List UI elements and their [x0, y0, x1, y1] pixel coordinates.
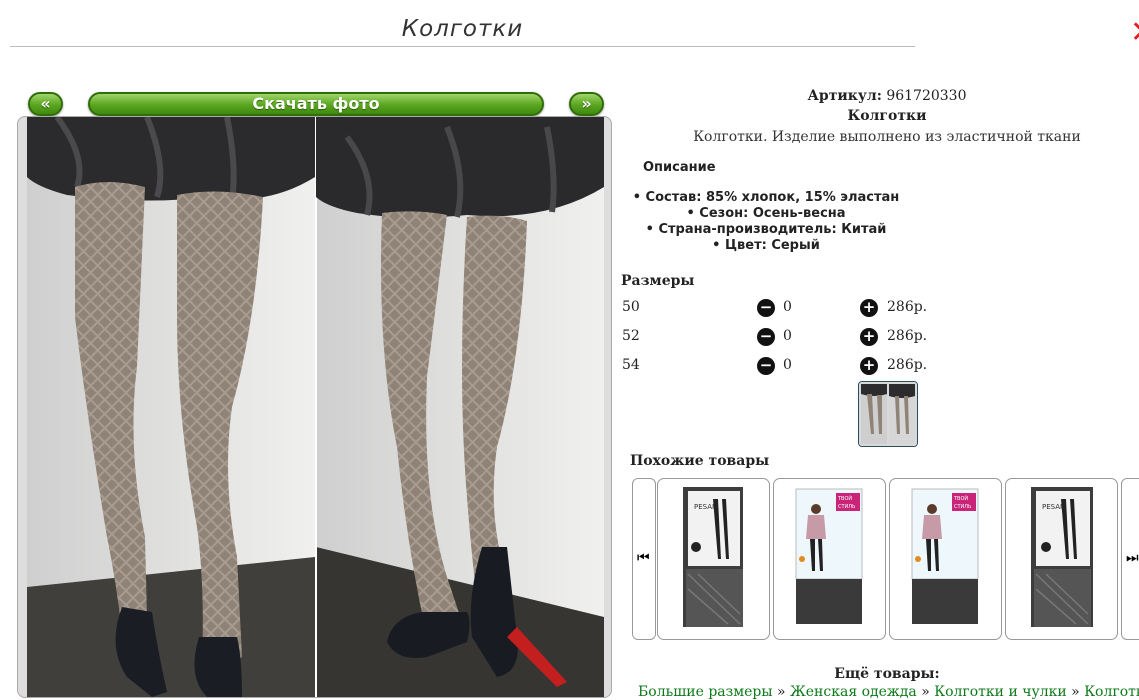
minus-icon[interactable]: − [757, 357, 775, 375]
size-row: 54 − 0 + 286р. [622, 357, 927, 377]
article-value: 961720330 [886, 88, 967, 104]
next-photo-button[interactable]: » [569, 92, 604, 116]
spec-country: • Страна-производитель: Китай [645, 222, 887, 237]
plus-icon[interactable]: + [860, 299, 878, 317]
pesail-tights-package-icon: PESAIL [1031, 487, 1093, 627]
similar-product-card[interactable]: ТВОЙ СТИЛЬ [889, 478, 1002, 640]
quantity-value: 0 [783, 357, 792, 373]
minus-icon[interactable]: − [757, 299, 775, 317]
spec-color: • Цвет: Серый [712, 238, 820, 253]
price: 286р. [887, 328, 928, 344]
skip-back-icon: ⏮ [637, 550, 650, 566]
more-products-heading: Ещё товары: [834, 666, 940, 682]
skip-forward-icon: ⏭ [1126, 550, 1139, 566]
sizes-heading: Размеры [621, 273, 695, 289]
product-short-description: Колготки. Изделие выполнено из эластично… [693, 129, 1081, 145]
article-line: Артикул: 961720330 [620, 88, 1139, 104]
product-photo [27, 117, 604, 697]
similar-product-card[interactable]: PESAIL [657, 478, 770, 640]
quantity-value: 0 [783, 328, 792, 344]
plus-icon[interactable]: + [860, 328, 878, 346]
similar-product-card[interactable]: ТВОЙ СТИЛЬ [773, 478, 886, 640]
plus-icon[interactable]: + [860, 357, 878, 375]
svg-text:СТИЛЬ: СТИЛЬ [954, 504, 972, 510]
close-icon[interactable]: ✕ [1130, 18, 1139, 48]
carousel-prev-button[interactable]: ⏮ [632, 478, 656, 640]
size-row: 50 − 0 + 286р. [622, 299, 927, 319]
article-label: Артикул: [807, 88, 882, 104]
similar-product-card[interactable]: PESAIL [1005, 478, 1118, 640]
price: 286р. [887, 299, 928, 315]
spec-season: • Сезон: Осень-весна [686, 206, 846, 221]
svg-text:ТВОЙ: ТВОЙ [953, 495, 968, 502]
page-title: Колготки [401, 16, 524, 42]
size-label: 52 [622, 328, 640, 344]
size-label: 50 [622, 299, 640, 315]
download-photo-button[interactable]: Скачать фото [88, 92, 544, 116]
size-row: 52 − 0 + 286р. [622, 328, 927, 348]
product-photo-frame [17, 116, 612, 698]
description-heading: Описание [643, 160, 716, 175]
title-divider [10, 46, 915, 47]
tvoy-stil-tights-package-icon: ТВОЙ СТИЛЬ [911, 488, 979, 624]
similar-heading: Похожие товары [630, 453, 770, 469]
size-label: 54 [622, 357, 640, 373]
quantity-value: 0 [783, 299, 792, 315]
pesail-tights-package-icon: PESAIL [683, 487, 743, 627]
product-name: Колготки [847, 108, 927, 124]
tvoy-stil-tights-package-icon: ТВОЙ СТИЛЬ [795, 488, 863, 624]
prev-photo-button[interactable]: « [28, 92, 63, 116]
svg-text:ТВОЙ: ТВОЙ [837, 495, 852, 502]
spec-composition: • Состав: 85% хлопок, 15% эластан [632, 190, 900, 205]
minus-icon[interactable]: − [757, 328, 775, 346]
photo-thumbnail[interactable] [858, 381, 918, 447]
svg-text:СТИЛЬ: СТИЛЬ [838, 504, 856, 510]
spec-list: • Состав: 85% хлопок, 15% эластан • Сезо… [620, 190, 912, 254]
price: 286р. [887, 357, 928, 373]
carousel-next-button[interactable]: ⏭ [1121, 478, 1139, 640]
